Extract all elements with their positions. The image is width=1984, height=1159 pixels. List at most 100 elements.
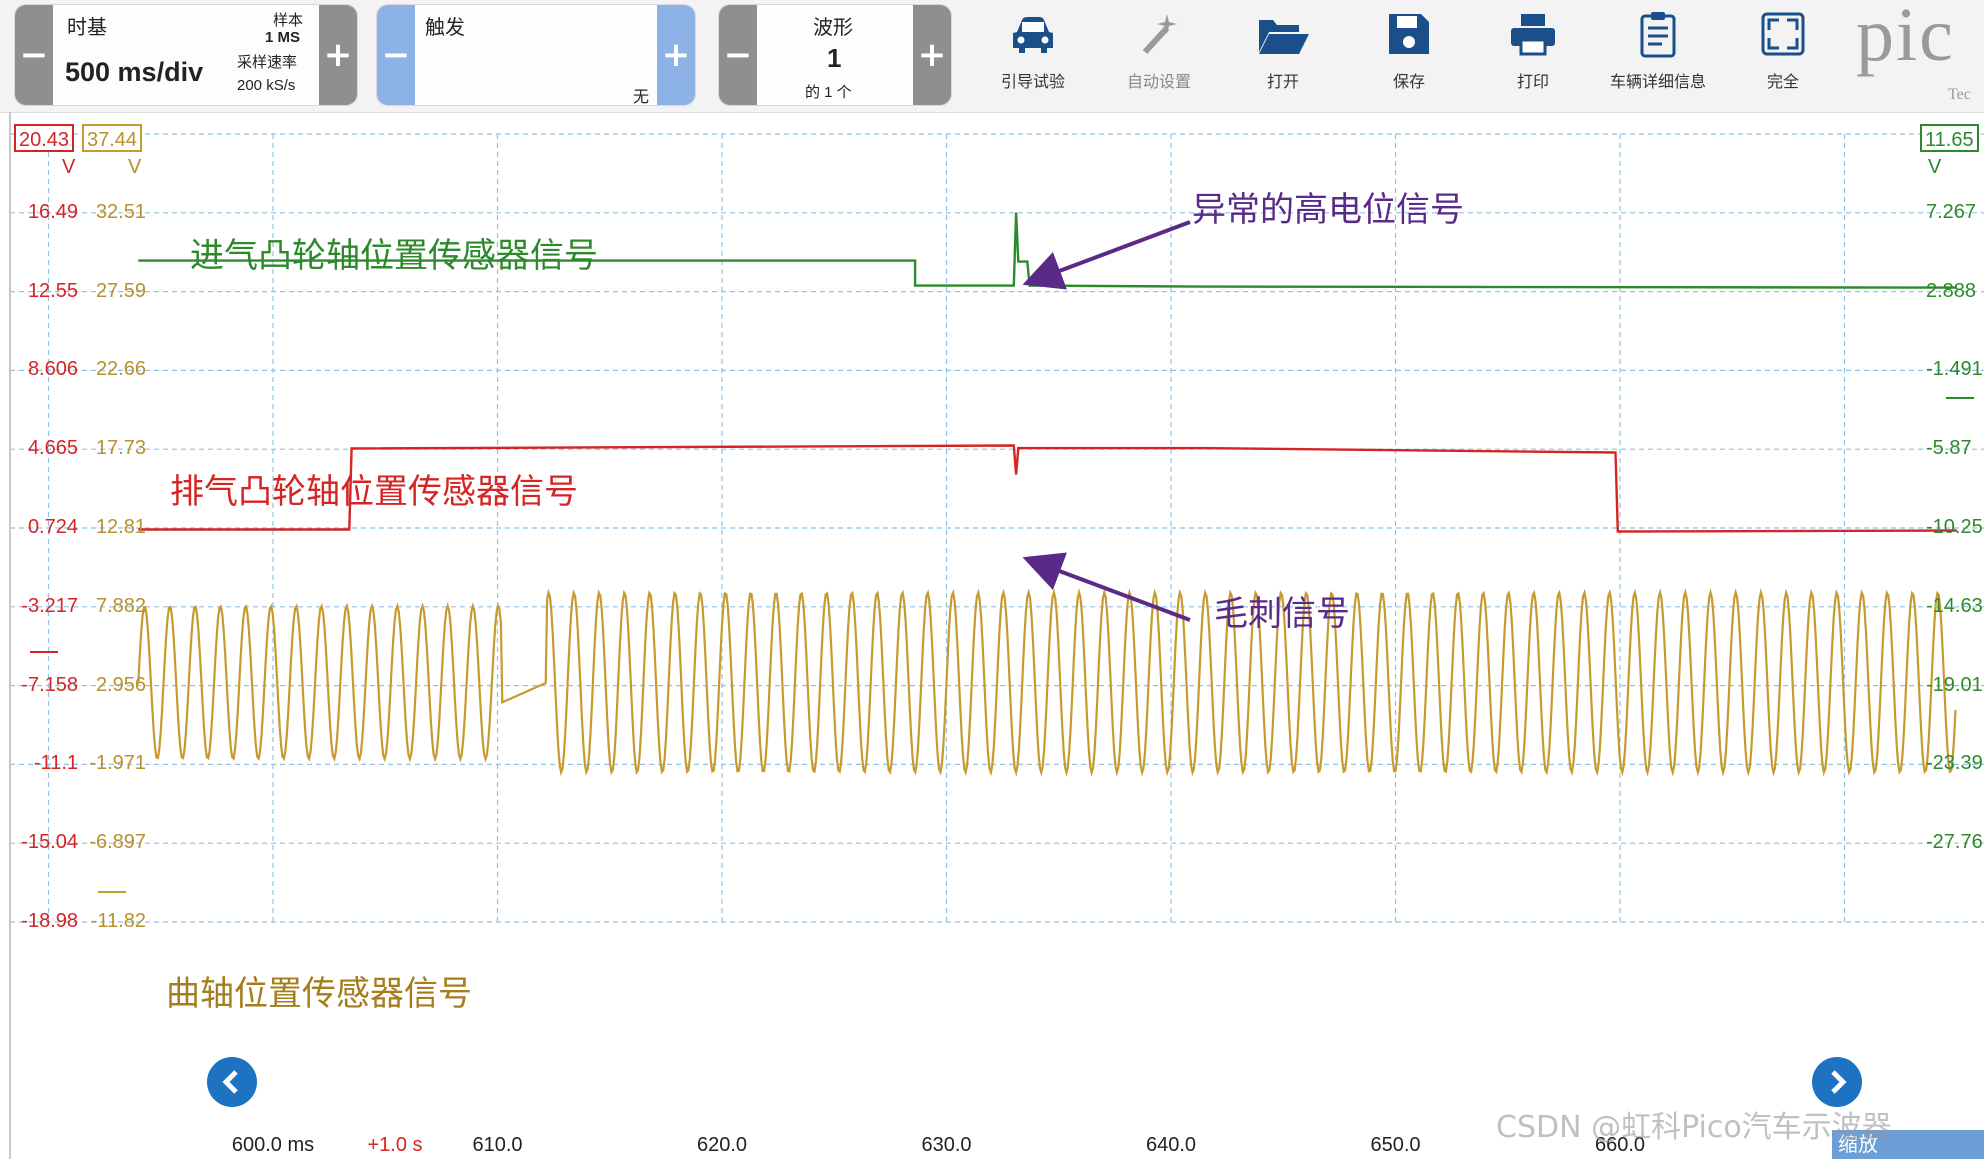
sample-rate-label: 采样速率 [237, 54, 298, 71]
gold-tick-label: 27.59 [95, 279, 146, 302]
abnormal-high-arrow [1022, 220, 1191, 290]
waveform-control[interactable]: − 波形 1 的 1 个 + [718, 4, 952, 106]
green-tick-label: -10.25 [1926, 516, 1983, 538]
intake-signal-label: 进气凸轮轴位置传感器信号 [190, 236, 598, 276]
red-tick-label: -7.158 [21, 673, 78, 696]
open-label: 打开 [1266, 72, 1299, 91]
samples-value: 1 MS [265, 29, 301, 46]
timebase-value[interactable]: 500 ms/div [65, 57, 203, 88]
red-tick-label: -3.217 [21, 594, 78, 617]
save-icon [1389, 14, 1429, 54]
sample-rate-value: 200 kS/s [237, 77, 296, 94]
gold-tick-label: 12.81 [95, 516, 146, 538]
trigger-increase-button[interactable]: + [657, 5, 695, 105]
samples-label: 样本 [273, 12, 304, 29]
printer-icon [1511, 14, 1555, 56]
red-tick-label: -18.98 [21, 910, 78, 932]
red-tick-label: 4.665 [27, 437, 78, 460]
waveform-number[interactable]: 1 [827, 43, 841, 74]
red-tick-label: 8.606 [27, 358, 78, 381]
red-tick-label: 0.724 [27, 516, 78, 538]
scroll-left-button[interactable] [207, 1057, 257, 1107]
gold-tick-label: 2.956 [95, 673, 146, 696]
fullscreen-icon [1761, 12, 1805, 56]
timebase-control[interactable]: − 时基 500 ms/div 样本 1 MS 采样速率 200 kS/s + [14, 4, 358, 106]
exhaust-signal-label: 排气凸轮轴位置传感器信号 [170, 472, 578, 512]
print-button[interactable]: 打印 [1474, 4, 1592, 104]
green-tick-label: -23.39 [1926, 752, 1983, 775]
fullscreen-button[interactable]: 完全 [1724, 4, 1842, 104]
time-tick-label: 640.0 [1145, 1134, 1197, 1156]
time-tick-label: 600.0 ms [231, 1134, 315, 1156]
gold-tick-label: 22.66 [95, 358, 146, 381]
guided-test-label: 引导试验 [1000, 72, 1065, 91]
red-tick-label: -15.04 [21, 831, 78, 854]
auto-setup-button[interactable]: 自动设置 [1100, 4, 1218, 104]
timebase-decrease-button[interactable]: − [15, 5, 53, 105]
green-scale-max-badge[interactable]: 11.65 [1920, 124, 1979, 152]
trigger-control[interactable]: − 触发 无 + [376, 4, 696, 106]
green-tick-label: -1.491 [1926, 358, 1983, 381]
gold-tick-label: 32.51 [95, 200, 146, 223]
green-tick-label: -19.01 [1926, 673, 1983, 696]
watermark: CSDN @虹科Pico汽车示波器 [1496, 1110, 1892, 1145]
green-tick-label: -14.63 [1926, 594, 1983, 617]
trigger-decrease-button[interactable]: − [377, 5, 415, 105]
timebase-title: 时基 [67, 17, 107, 39]
gold-scale-max-badge[interactable]: 37.44 [82, 124, 143, 152]
time-tick-label: 630.0 [921, 1134, 972, 1156]
red-tick-label: 16.49 [27, 200, 78, 223]
fullscreen-label: 完全 [1766, 72, 1799, 91]
trigger-mode[interactable]: 无 [633, 83, 649, 107]
clipboard-icon [1640, 12, 1676, 58]
abnormal-high-label: 异常的高电位信号 [1192, 190, 1464, 230]
scroll-right-button[interactable] [1812, 1057, 1862, 1107]
red-scale-max-badge[interactable]: 20.43 [14, 124, 75, 152]
scope-view[interactable]: 20.43 37.44 11.65 V V V 16.49 12.55 8.606 4… [0, 112, 1984, 1159]
green-tick-label: -5.87 [1926, 437, 1972, 460]
save-label: 保存 [1392, 72, 1425, 91]
vehicle-details-label: 车辆详细信息 [1609, 72, 1706, 91]
green-tick-label: -27.76 [1926, 831, 1983, 854]
green-unit: V [1928, 156, 1942, 178]
toolbar: − 时基 500 ms/div 样本 1 MS 采样速率 200 kS/s + … [0, 0, 1984, 113]
car-icon [1013, 17, 1053, 53]
vehicle-details-button[interactable]: 车辆详细信息 [1599, 4, 1717, 104]
open-button[interactable]: 打开 [1224, 4, 1342, 104]
crank-signal-label: 曲轴位置传感器信号 [166, 974, 472, 1014]
chevron-left-icon [222, 1070, 238, 1094]
annotation-arrows [1022, 220, 1191, 622]
green-tick-label: 7.267 [1926, 200, 1977, 223]
guided-test-button[interactable]: 引导试验 [974, 4, 1092, 104]
trigger-title: 触发 [425, 17, 465, 39]
gold-tick-label: -6.897 [89, 831, 146, 854]
green-tick-label: 2.888 [1926, 279, 1977, 302]
red-tick-label: -11.1 [33, 752, 78, 775]
red-unit: V [62, 156, 76, 178]
save-button[interactable]: 保存 [1350, 4, 1468, 104]
gold-tick-label: 17.73 [95, 437, 146, 460]
gold-tick-label: -11.82 [90, 910, 146, 932]
pico-logo: pic Tec [1856, 2, 1984, 110]
chevron-right-icon [1831, 1070, 1847, 1094]
waveform-count: 的 1 个 [805, 84, 852, 101]
logo-text: pic [1856, 2, 1955, 77]
timebase-increase-button[interactable]: + [319, 5, 357, 105]
red-tick-label: 12.55 [27, 279, 78, 302]
print-label: 打印 [1516, 72, 1549, 91]
waveform-title: 波形 [813, 17, 853, 39]
glitch-label: 毛刺信号 [1214, 594, 1350, 634]
time-tick-label: 620.0 [696, 1134, 748, 1156]
waveform-previous-button[interactable]: − [719, 5, 757, 105]
gold-tick-label: -1.971 [89, 752, 146, 775]
crank-trace [137, 588, 1957, 777]
waveform-next-button[interactable]: + [913, 5, 951, 105]
auto-setup-label: 自动设置 [1126, 72, 1191, 91]
folder-open-icon [1259, 20, 1309, 54]
time-tick-label: 650.0 [1370, 1134, 1421, 1156]
gold-tick-label: 7.882 [95, 594, 146, 617]
time-offset: +1.0 s [367, 1134, 423, 1156]
time-tick-label: 610.0 [472, 1134, 523, 1156]
logo-subtext: Tec [1948, 86, 1971, 103]
gold-unit: V [128, 156, 142, 178]
